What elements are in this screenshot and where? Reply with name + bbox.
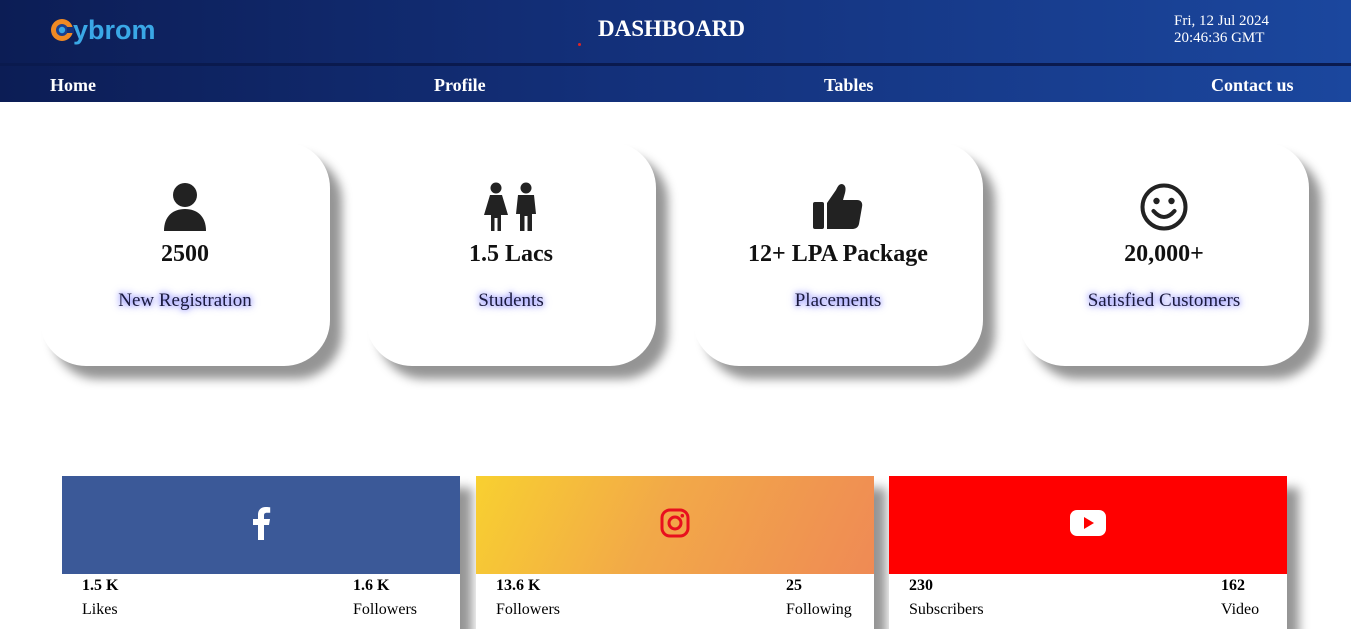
followers-count: 13.6 K bbox=[496, 577, 541, 594]
time-text: 20:46:36 GMT bbox=[1174, 30, 1265, 46]
subscribers-label: Subscribers bbox=[909, 601, 984, 618]
followers-count: 1.6 K bbox=[353, 577, 390, 594]
nav-item-home[interactable]: Home bbox=[50, 75, 96, 96]
logo-mark-icon bbox=[50, 18, 74, 42]
following-label: Following bbox=[786, 601, 852, 618]
nav-item-tables[interactable]: Tables bbox=[824, 75, 873, 96]
nav-item-profile[interactable]: Profile bbox=[434, 75, 486, 96]
facebook-card[interactable]: 1.5 K Likes 1.6 K Followers bbox=[62, 476, 460, 629]
stat-value: 12+ LPA Package bbox=[748, 241, 928, 267]
page-title: DASHBOARD bbox=[598, 16, 745, 41]
stat-label: New Registration bbox=[118, 290, 252, 311]
nav-item-contact-us[interactable]: Contact us bbox=[1211, 75, 1294, 96]
followers-label: Followers bbox=[353, 601, 417, 618]
stat-card-customers[interactable]: 20,000+ Satisfied Customers bbox=[1019, 142, 1309, 366]
stat-value: 20,000+ bbox=[1124, 241, 1204, 267]
top-header: ybrom DASHBOARD Fri, 12 Jul 2024 20:46:3… bbox=[0, 0, 1351, 102]
stat-value: 1.5 Lacs bbox=[469, 241, 553, 267]
children-icon bbox=[366, 182, 656, 232]
stat-label: Placements bbox=[794, 290, 882, 311]
youtube-icon[interactable] bbox=[1070, 509, 1106, 541]
likes-count: 1.5 K bbox=[82, 577, 119, 594]
facebook-card-header bbox=[62, 476, 460, 574]
video-label: Video bbox=[1221, 601, 1260, 618]
cybrom-logo[interactable]: ybrom bbox=[50, 12, 156, 48]
stat-card-registration[interactable]: 2500 New Registration bbox=[40, 142, 330, 366]
instagram-icon[interactable] bbox=[660, 508, 690, 543]
subscribers-count: 230 bbox=[909, 577, 933, 594]
stat-label: Students bbox=[478, 290, 544, 311]
youtube-card[interactable]: 230 Subscribers 162 Video bbox=[889, 476, 1287, 629]
thumbs-up-icon bbox=[693, 182, 983, 232]
stat-card-placements[interactable]: 12+ LPA Package Placements bbox=[693, 142, 983, 366]
youtube-card-header bbox=[889, 476, 1287, 574]
datetime: Fri, 12 Jul 2024 20:46:36 GMT bbox=[1174, 13, 1269, 47]
instagram-card[interactable]: 13.6 K Followers 25 Following bbox=[476, 476, 874, 629]
facebook-icon[interactable] bbox=[250, 506, 272, 545]
stat-label: Satisfied Customers bbox=[1087, 290, 1241, 311]
logo-text: ybrom bbox=[73, 14, 156, 45]
date-text: Fri, 12 Jul 2024 bbox=[1174, 13, 1270, 29]
main-nav: Home Profile Tables Contact us bbox=[0, 66, 1351, 102]
stat-card-students[interactable]: 1.5 Lacs Students bbox=[366, 142, 656, 366]
followers-label: Followers bbox=[496, 601, 560, 618]
user-icon bbox=[40, 182, 330, 232]
video-count: 162 bbox=[1221, 577, 1245, 594]
following-count: 25 bbox=[786, 577, 802, 594]
stat-value: 2500 bbox=[161, 241, 209, 267]
title-dot bbox=[578, 43, 581, 46]
likes-label: Likes bbox=[82, 601, 118, 618]
smile-icon bbox=[1019, 182, 1309, 232]
instagram-card-header bbox=[476, 476, 874, 574]
